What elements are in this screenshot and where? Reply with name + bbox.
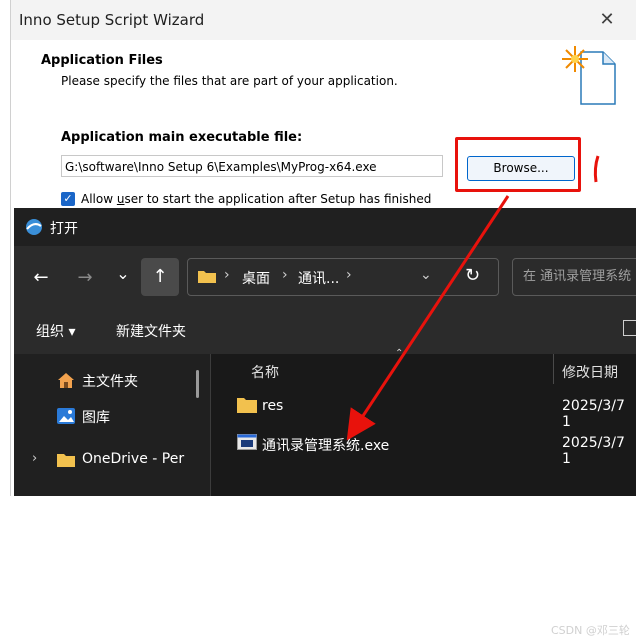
close-icon[interactable]: ✕ (597, 9, 617, 30)
wizard-title: Inno Setup Script Wizard (19, 11, 205, 29)
dialog-title: 打开 (50, 221, 78, 237)
allow-label-part: Allow (81, 192, 117, 206)
column-header-modified[interactable]: 修改日期 (562, 362, 618, 382)
open-file-dialog: 打开 ← → ⌄ ↑ › 桌面 › 通讯... › ⌄ ↻ 在 通讯录管理系统 … (14, 208, 636, 637)
view-options-icon[interactable] (623, 320, 636, 336)
sidebar-scrollbar[interactable] (196, 370, 199, 398)
gallery-icon (57, 408, 75, 424)
breadcrumb-separator: › (224, 267, 230, 283)
sidebar-item-gallery[interactable]: 图库 (82, 407, 110, 427)
exe-icon (237, 434, 257, 450)
sidebar-item-onedrive[interactable]: OneDrive - Per (82, 451, 184, 467)
breadcrumb-folder[interactable]: 通讯... (298, 268, 339, 288)
dialog-titlebar: 打开 (14, 208, 636, 246)
back-arrow-icon[interactable]: ← (27, 264, 55, 292)
navigation-pane: 主文件夹 图库 › OneDrive - Per (14, 354, 210, 496)
main-exe-label: Application main executable file: (61, 130, 303, 145)
sort-caret-icon: ⌃ (395, 348, 404, 359)
recent-locations-icon[interactable]: ⌄ (109, 260, 137, 288)
up-arrow-icon[interactable]: ↑ (141, 258, 179, 296)
search-input[interactable]: 在 通讯录管理系统 (512, 258, 636, 296)
watermark-text: CSDN @邓三轮 (551, 624, 630, 637)
file-name-res[interactable]: res (262, 398, 283, 414)
breadcrumb-desktop[interactable]: 桌面 (242, 268, 270, 288)
organize-button[interactable]: 组织 ▾ (36, 321, 75, 341)
folder-icon (198, 271, 216, 283)
allow-label-rest: ser to start the application after Setup… (124, 192, 432, 206)
breadcrumb-separator: › (282, 267, 288, 283)
file-date: 2025/3/7 1 (562, 398, 625, 430)
new-folder-button[interactable]: 新建文件夹 (116, 321, 186, 341)
pane-divider[interactable] (210, 354, 211, 496)
chevron-right-icon[interactable]: › (32, 451, 37, 466)
home-icon (58, 373, 74, 388)
file-date: 2025/3/7 1 (562, 435, 625, 467)
main-exe-path-field[interactable]: G:\software\Inno Setup 6\Examples\MyProg… (61, 155, 443, 177)
allow-start-checkbox[interactable]: ✓ (61, 192, 75, 206)
forward-arrow-icon[interactable]: → (71, 264, 99, 292)
folder-icon (57, 454, 75, 467)
breadcrumb-separator: › (346, 267, 352, 283)
sidebar-item-home[interactable]: 主文件夹 (82, 371, 138, 391)
address-bar[interactable]: › 桌面 › 通讯... › ⌄ ↻ (187, 258, 499, 296)
column-divider[interactable] (553, 354, 554, 384)
folder-icon (237, 398, 257, 413)
allow-start-label[interactable]: Allow user to start the application afte… (81, 192, 431, 206)
column-header-name[interactable]: 名称 (251, 362, 279, 382)
wizard-titlebar: Inno Setup Script Wizard ✕ (11, 0, 636, 40)
document-star-icon (562, 46, 616, 105)
app-icon (26, 219, 42, 235)
chevron-down-icon[interactable]: ⌄ (420, 267, 432, 283)
dialog-body: 主文件夹 图库 › OneDrive - Per ⌃ 名称 修改日期 res 2… (14, 348, 636, 637)
page-heading: Application Files (41, 53, 163, 68)
file-name-exe[interactable]: 通讯录管理系统.exe (262, 435, 389, 455)
red-highlight-box (455, 137, 581, 192)
command-bar: 组织 ▾ 新建文件夹 (14, 306, 636, 355)
page-subheading: Please specify the files that are part o… (61, 74, 398, 88)
navigation-bar: ← → ⌄ ↑ › 桌面 › 通讯... › ⌄ ↻ 在 通讯录管理系统 (14, 246, 636, 306)
refresh-icon[interactable]: ↻ (465, 265, 480, 286)
